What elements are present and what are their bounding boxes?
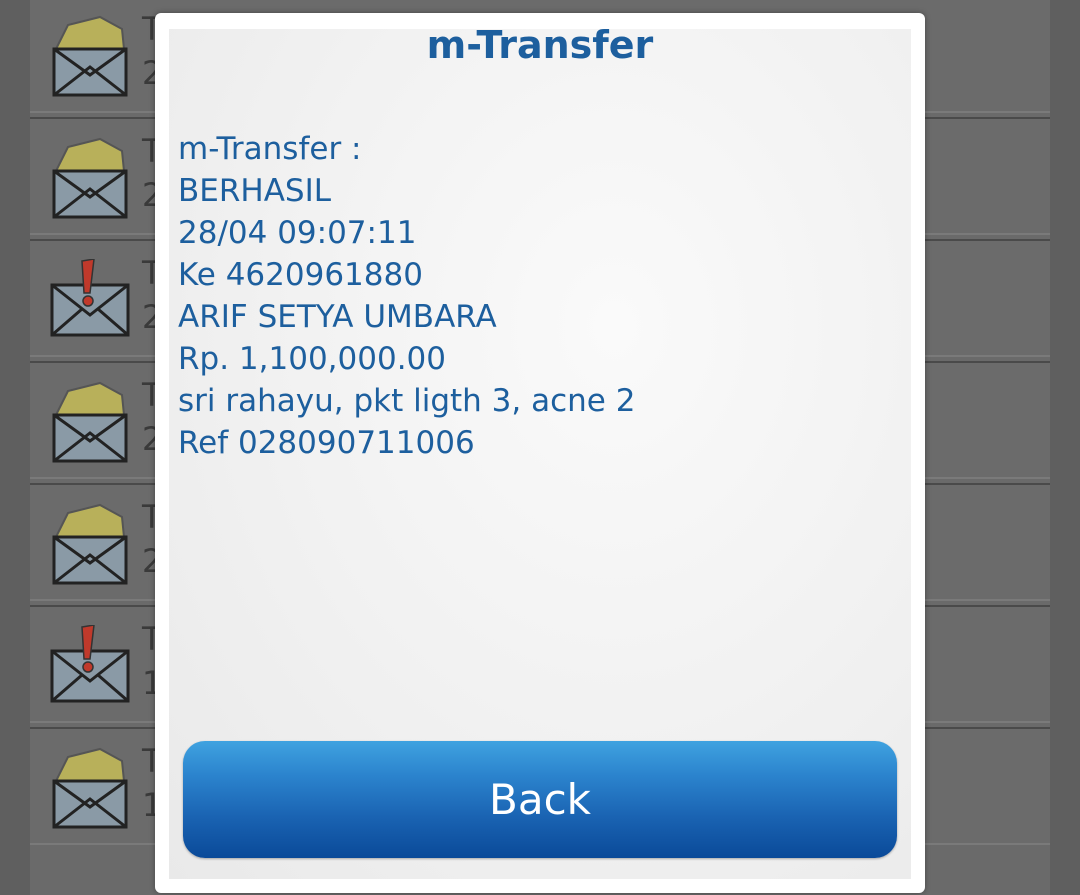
envelope-open-icon (50, 503, 130, 585)
envelope-open-icon (50, 747, 130, 829)
envelope-open-icon (50, 137, 130, 219)
dialog-title: m-Transfer (426, 23, 654, 67)
back-button[interactable]: Back (183, 741, 897, 858)
message-line-account: Ke 4620961880 (178, 257, 423, 293)
envelope-alert-icon (50, 624, 130, 707)
envelope-alert-icon (50, 258, 130, 341)
message-line-recipient: ARIF SETYA UMBARA (178, 299, 497, 335)
message-line-status: BERHASIL (178, 173, 332, 209)
envelope-open-icon (50, 381, 130, 463)
message-line-reference: Ref 028090711006 (178, 425, 475, 461)
envelope-open-icon (50, 15, 130, 97)
transfer-result-dialog: m-Transfer m-Transfer : BERHASIL 28/04 0… (155, 13, 925, 893)
transfer-message: m-Transfer : BERHASIL 28/04 09:07:11 Ke … (178, 128, 898, 464)
message-line-note: sri rahayu, pkt ligth 3, acne 2 (178, 383, 636, 419)
message-line-header: m-Transfer : (178, 131, 362, 167)
message-line-datetime: 28/04 09:07:11 (178, 215, 417, 251)
message-line-amount: Rp. 1,100,000.00 (178, 341, 446, 377)
